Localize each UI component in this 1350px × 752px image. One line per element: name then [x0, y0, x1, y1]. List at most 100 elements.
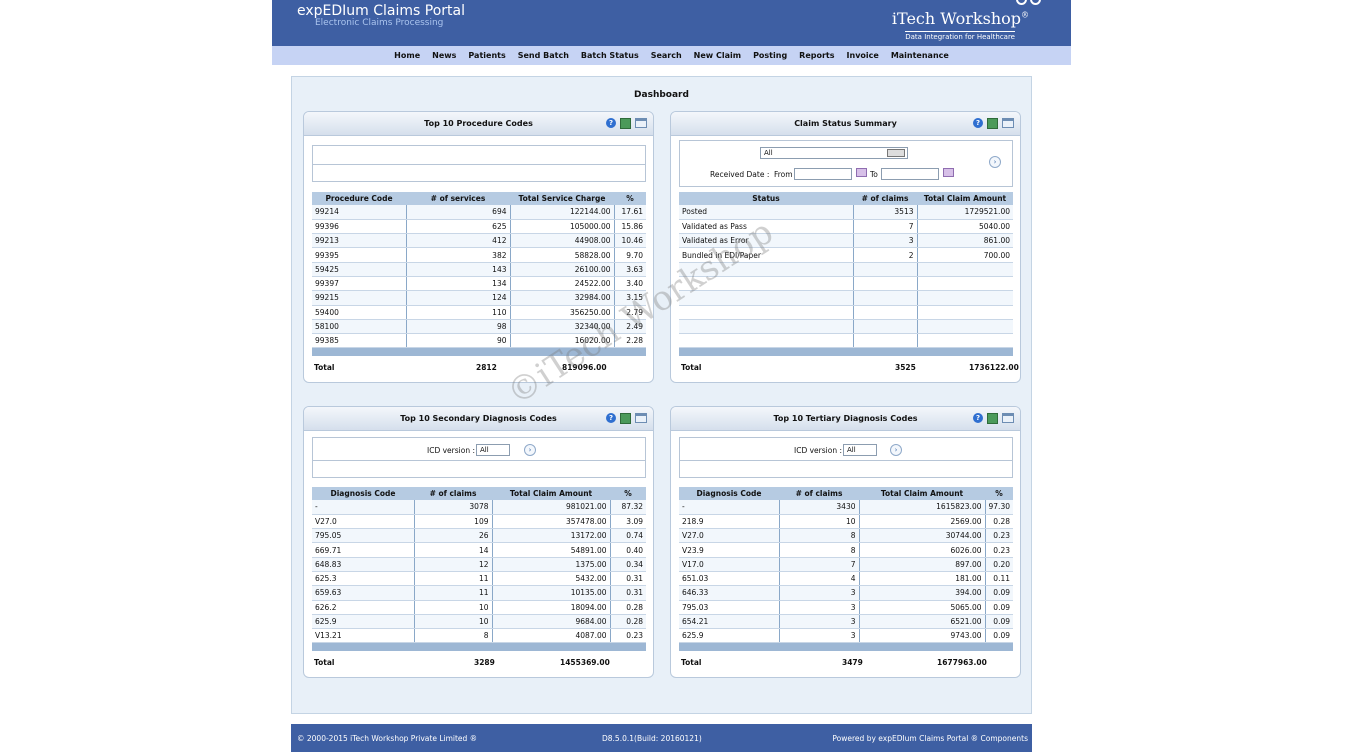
- column-header[interactable]: # of claims: [414, 487, 492, 500]
- nav-item-maintenance[interactable]: Maintenance: [891, 51, 949, 60]
- column-header[interactable]: # of claims: [779, 487, 859, 500]
- dropdown-button[interactable]: [887, 149, 905, 157]
- table-cell: 8: [414, 628, 493, 644]
- column-header[interactable]: Total Claim Amount: [917, 192, 1013, 205]
- help-icon[interactable]: ?: [606, 118, 616, 128]
- go-arrow-icon[interactable]: ›: [890, 444, 902, 456]
- table-row[interactable]: 625.9 3 9743.00 0.09: [679, 628, 1013, 644]
- nav-item-new-claim[interactable]: New Claim: [694, 51, 741, 60]
- nav-item-invoice[interactable]: Invoice: [847, 51, 879, 60]
- status-select-value: All: [764, 149, 773, 157]
- column-header[interactable]: Status: [679, 192, 853, 205]
- column-header[interactable]: Procedure Code: [312, 192, 406, 205]
- table-row[interactable]: V27.0 109 357478.00 3.09: [312, 514, 646, 530]
- help-icon[interactable]: ?: [973, 118, 983, 128]
- table-row[interactable]: Validated as Pass 7 5040.00: [679, 219, 1013, 235]
- column-header[interactable]: Diagnosis Code: [312, 487, 414, 500]
- table-row[interactable]: 659.63 11 10135.00 0.31: [312, 585, 646, 601]
- nav-item-home[interactable]: Home: [394, 51, 420, 60]
- table-row[interactable]: V13.21 8 4087.00 0.23: [312, 628, 646, 644]
- table-cell: 99214: [312, 205, 407, 220]
- footer-copyright: © 2000-2015 iTech Workshop Private Limit…: [297, 734, 478, 743]
- table-row[interactable]: 59400 110 356250.00 2.79: [312, 305, 646, 320]
- from-date-input[interactable]: [794, 168, 852, 180]
- table-row[interactable]: -3078 981021.00 87.32: [312, 500, 646, 515]
- total-label: Total: [681, 363, 702, 372]
- table-row[interactable]: 651.03 4 181.00 0.11: [679, 571, 1013, 587]
- table-row[interactable]: 99397 134 24522.00 3.40: [312, 276, 646, 292]
- to-date-input[interactable]: [881, 168, 939, 180]
- excel-export-icon[interactable]: [987, 118, 998, 129]
- table-row[interactable]: 795.05 26 13172.00 0.74: [312, 528, 646, 544]
- go-arrow-icon[interactable]: ›: [524, 444, 536, 456]
- table-row[interactable]: 795.03 3 5065.00 0.09: [679, 600, 1013, 615]
- column-header[interactable]: %: [614, 192, 646, 205]
- table-row[interactable]: 669.71 14 54891.00 0.40: [312, 542, 646, 558]
- table-row[interactable]: 654.21 3 6521.00 0.09: [679, 614, 1013, 630]
- table-cell: 59400: [312, 305, 407, 320]
- column-header[interactable]: %: [610, 487, 646, 500]
- table-row[interactable]: 625.3 11 5432.00 0.31: [312, 571, 646, 587]
- table-row[interactable]: V23.9 8 6026.00 0.23: [679, 542, 1013, 558]
- header-circle-icon[interactable]: [1030, 0, 1041, 5]
- window-icon[interactable]: [635, 413, 647, 423]
- table-row[interactable]: 626.2 10 18094.00 0.28: [312, 600, 646, 615]
- table-cell: 218.9: [679, 514, 780, 530]
- column-header[interactable]: Total Claim Amount: [492, 487, 610, 500]
- column-header[interactable]: Total Claim Amount: [859, 487, 985, 500]
- nav-item-reports[interactable]: Reports: [799, 51, 834, 60]
- table-cell: 14: [414, 542, 493, 558]
- table-row[interactable]: 99214 694 122144.00 17.61: [312, 205, 646, 220]
- icd-version-value: All: [847, 446, 856, 454]
- table-row[interactable]: 58100 98 32340.00 2.49: [312, 319, 646, 335]
- table-row[interactable]: -3430 1615823.00 97.30: [679, 500, 1013, 515]
- table-header-row: Status # of claims Total Claim Amount: [679, 192, 1013, 205]
- nav-item-posting[interactable]: Posting: [753, 51, 787, 60]
- header-circle-icon[interactable]: [1016, 0, 1027, 5]
- column-header[interactable]: %: [985, 487, 1013, 500]
- window-icon[interactable]: [635, 118, 647, 128]
- table-row[interactable]: 99385 90 16020.00 2.28: [312, 333, 646, 349]
- table-cell: Validated as Error: [679, 233, 854, 249]
- table-row[interactable]: 99395 382 58828.00 9.70: [312, 247, 646, 263]
- table-row[interactable]: Posted 3513 1729521.00: [679, 205, 1013, 220]
- table-row[interactable]: 646.33 3 394.00 0.09: [679, 585, 1013, 601]
- table-row[interactable]: Bundled in EDI/Paper 2 700.00: [679, 247, 1013, 263]
- nav-item-send-batch[interactable]: Send Batch: [518, 51, 569, 60]
- window-icon[interactable]: [1002, 118, 1014, 128]
- table-cell: 15.86: [614, 219, 646, 235]
- calendar-icon[interactable]: [856, 168, 867, 177]
- nav-item-search[interactable]: Search: [651, 51, 682, 60]
- icd-version-select[interactable]: All: [476, 444, 510, 456]
- table-row[interactable]: Validated as Error 3 861.00: [679, 233, 1013, 249]
- excel-export-icon[interactable]: [620, 413, 631, 424]
- nav-item-patients[interactable]: Patients: [468, 51, 505, 60]
- table-row[interactable]: 99396 625 105000.00 15.86: [312, 219, 646, 235]
- column-header[interactable]: Total Service Charge: [510, 192, 614, 205]
- excel-export-icon[interactable]: [987, 413, 998, 424]
- column-header[interactable]: # of services: [406, 192, 510, 205]
- help-icon[interactable]: ?: [973, 413, 983, 423]
- table-row[interactable]: V27.0 8 30744.00 0.23: [679, 528, 1013, 544]
- table-row[interactable]: 99215 124 32984.00 3.15: [312, 290, 646, 306]
- go-arrow-icon[interactable]: ›: [989, 156, 1001, 168]
- table-row[interactable]: 648.83 12 1375.00 0.34: [312, 557, 646, 572]
- window-icon[interactable]: [1002, 413, 1014, 423]
- table-row[interactable]: 625.9 10 9684.00 0.28: [312, 614, 646, 630]
- from-label: From: [774, 170, 793, 179]
- column-header[interactable]: # of claims: [853, 192, 917, 205]
- column-header[interactable]: Diagnosis Code: [679, 487, 779, 500]
- table-row[interactable]: V17.0 7 897.00 0.20: [679, 557, 1013, 572]
- excel-export-icon[interactable]: [620, 118, 631, 129]
- calendar-icon[interactable]: [943, 168, 954, 177]
- nav-item-news[interactable]: News: [432, 51, 456, 60]
- icd-version-select[interactable]: All: [843, 444, 877, 456]
- table-row[interactable]: 59425 143 26100.00 3.63: [312, 262, 646, 277]
- nav-item-batch-status[interactable]: Batch Status: [581, 51, 639, 60]
- help-icon[interactable]: ?: [606, 413, 616, 423]
- app-title: expEDIum Claims Portal: [297, 3, 465, 19]
- total-amount: 1677963.00: [937, 658, 987, 667]
- table-row[interactable]: 99213 412 44908.00 10.46: [312, 233, 646, 249]
- table-row[interactable]: 218.9 10 2569.00 0.28: [679, 514, 1013, 530]
- status-select[interactable]: All: [760, 147, 908, 159]
